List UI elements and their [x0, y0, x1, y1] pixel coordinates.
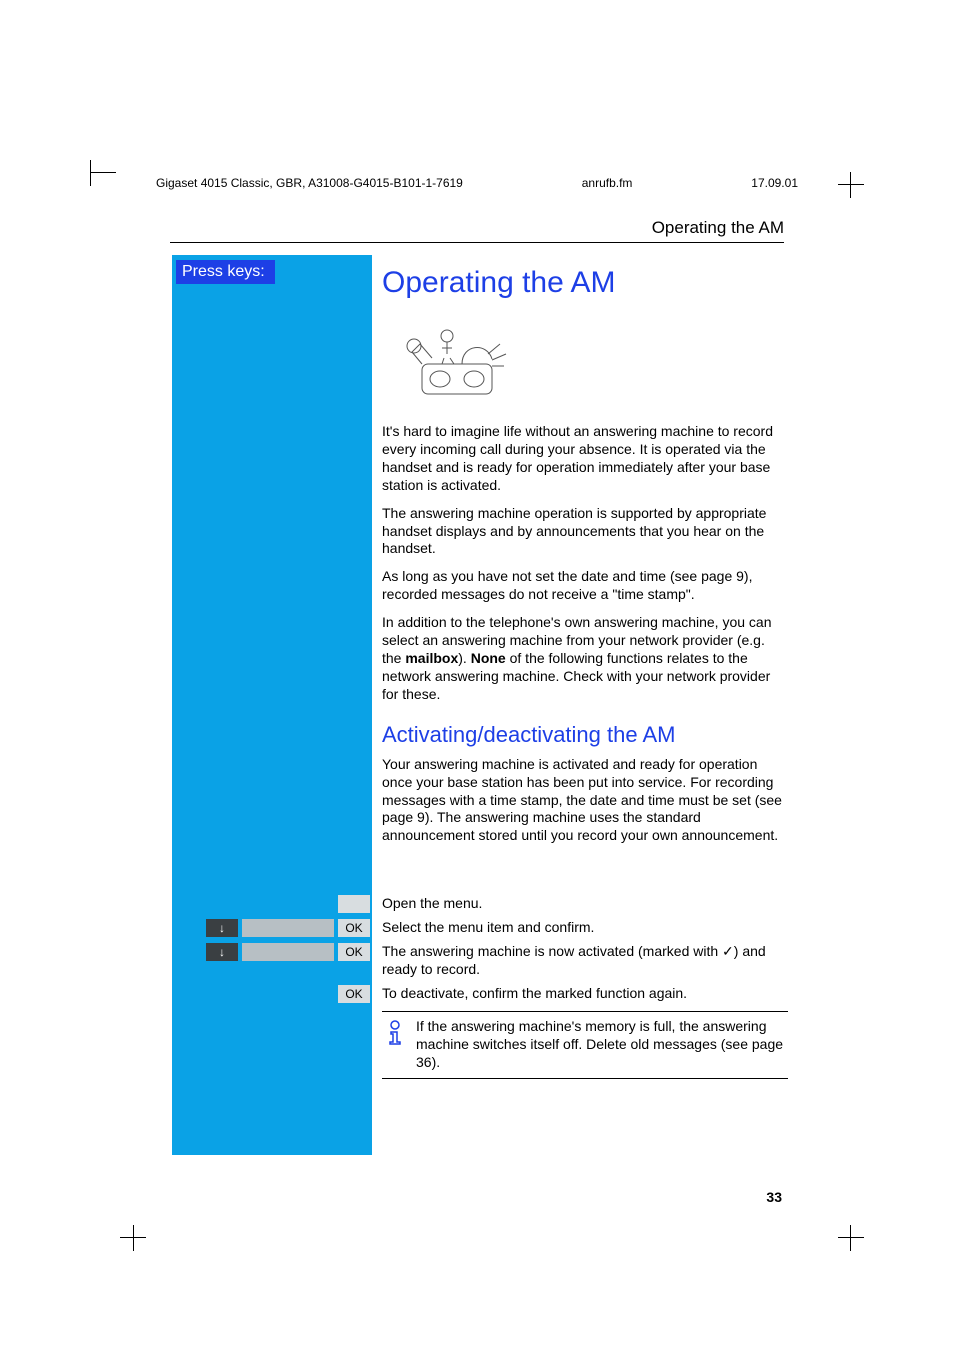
print-header: Gigaset 4015 Classic, GBR, A31008-G4015-…	[156, 176, 798, 190]
text: The answering machine is now activated (…	[382, 943, 722, 959]
running-head: Operating the AM	[652, 218, 784, 238]
paragraph: Your answering machine is activated and …	[382, 756, 782, 846]
step-row: OK To deactivate, confirm the marked fun…	[220, 985, 780, 1003]
note-text: If the answering machine's memory is ful…	[416, 1018, 784, 1072]
step-row: ↓ OK The answering machine is now activa…	[220, 943, 780, 979]
ok-chip: OK	[338, 985, 370, 1003]
step-text: Open the menu.	[382, 895, 780, 913]
paragraph: As long as you have not set the date and…	[382, 568, 782, 604]
step-row: Open the menu.	[220, 895, 780, 913]
note-box: If the answering machine's memory is ful…	[382, 1011, 788, 1079]
header-right: 17.09.01	[751, 176, 798, 190]
ok-chip: OK	[338, 919, 370, 937]
header-left: Gigaset 4015 Classic, GBR, A31008-G4015-…	[156, 176, 463, 190]
step-text: Select the menu item and confirm.	[382, 919, 780, 937]
header-center: anrufb.fm	[582, 176, 633, 190]
menu-key-chip	[338, 895, 370, 913]
text-bold: None	[471, 650, 506, 666]
text-bold: mailbox	[405, 650, 458, 666]
step-keys: ↓ OK	[220, 919, 382, 937]
down-arrow-chip: ↓	[206, 943, 238, 961]
step-row: ↓ OK Select the menu item and confirm.	[220, 919, 780, 937]
steps-block: Open the menu. ↓ OK Select the menu item…	[220, 895, 780, 1079]
paragraph: In addition to the telephone's own answe…	[382, 614, 782, 704]
crop-mark	[120, 1225, 146, 1251]
text: ).	[458, 650, 470, 666]
running-head-rule	[170, 242, 784, 243]
crop-mark	[838, 172, 864, 198]
step-keys: OK	[220, 985, 382, 1003]
step-text: To deactivate, confirm the marked functi…	[382, 985, 780, 1003]
page-number: 33	[766, 1189, 782, 1205]
check-icon: ✓	[722, 943, 734, 959]
page-title: Operating the AM	[382, 266, 782, 300]
step-keys: ↓ OK	[220, 943, 382, 961]
crop-mark	[838, 1225, 864, 1251]
ok-chip: OK	[338, 943, 370, 961]
illustration-answering-machine	[392, 314, 512, 404]
info-icon	[386, 1018, 404, 1072]
paragraph: The answering machine operation is suppo…	[382, 505, 782, 559]
down-arrow-chip: ↓	[206, 919, 238, 937]
step-keys	[220, 895, 382, 913]
main-content: Operating the AM It's hard to imagine li…	[382, 258, 782, 855]
blank-chip	[242, 943, 334, 961]
blank-chip	[242, 919, 334, 937]
crop-mark	[90, 172, 116, 199]
press-keys-label: Press keys:	[176, 260, 275, 284]
section-heading: Activating/deactivating the AM	[382, 722, 782, 748]
step-text: The answering machine is now activated (…	[382, 943, 780, 979]
paragraph: It's hard to imagine life without an ans…	[382, 423, 782, 495]
